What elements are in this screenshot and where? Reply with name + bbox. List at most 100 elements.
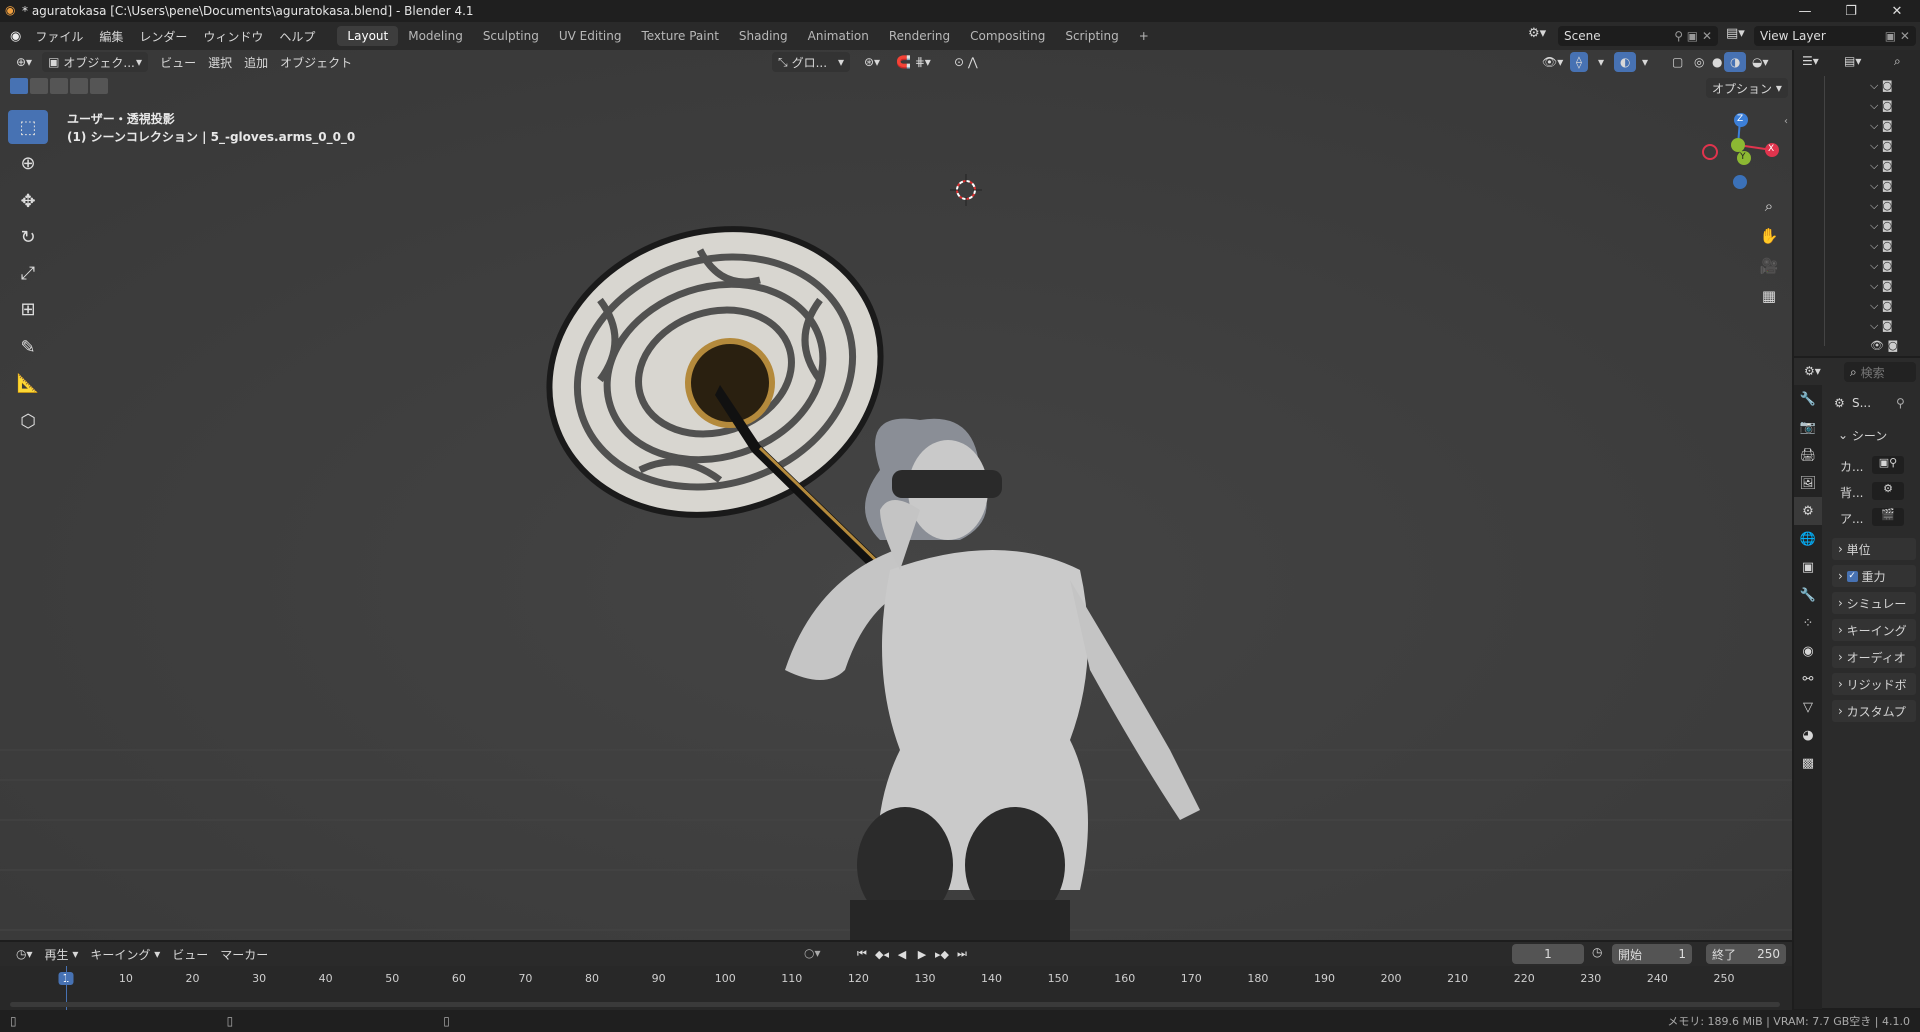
tab-scripting[interactable]: Scripting bbox=[1055, 26, 1128, 46]
object-tab-icon[interactable]: ▣ bbox=[1794, 553, 1822, 581]
rotate-icon[interactable]: ↻ bbox=[8, 220, 48, 254]
material-shading-icon[interactable]: ◑ bbox=[1724, 52, 1747, 72]
properties-search[interactable]: ⌕ 検索 bbox=[1844, 362, 1916, 382]
texture-tab-icon[interactable]: ▩ bbox=[1794, 749, 1822, 777]
menu-select[interactable]: 選択 bbox=[202, 52, 238, 72]
outliner[interactable]: ☰▾ ▤▾ ⌕ ⌵ ◙ ⌵ ◙ ⌵ ◙ ⌵ ◙ ⌵ ◙ ⌵ ◙ ⌵ ◙ ⌵ ◙ ⌵ ◙ ⌵ ◙ ⌵ … bbox=[1794, 50, 1920, 356]
overlays-options-icon[interactable]: ▾ bbox=[1636, 52, 1654, 72]
select-box-icon[interactable]: ⬚ bbox=[8, 110, 48, 144]
modifier-tab-icon[interactable]: 🔧 bbox=[1794, 581, 1822, 609]
menu-render[interactable]: レンダー bbox=[131, 28, 195, 45]
filter-search-icon[interactable]: ⌕ bbox=[1894, 54, 1901, 69]
menu-edit[interactable]: 編集 bbox=[91, 28, 131, 45]
timeline-editor-icon[interactable]: ◷▾ bbox=[10, 944, 39, 964]
keying-panel[interactable]: › キーイング bbox=[1832, 619, 1916, 641]
particles-tab-icon[interactable]: ⁘ bbox=[1794, 609, 1822, 637]
menu-playback[interactable]: 再生 ▾ bbox=[39, 944, 85, 964]
data-tab-icon[interactable]: ▽ bbox=[1794, 693, 1822, 721]
tab-modeling[interactable]: Modeling bbox=[398, 26, 473, 46]
physics-tab-icon[interactable]: ◉ bbox=[1794, 637, 1822, 665]
active-clip-field[interactable]: 🎬 bbox=[1872, 508, 1904, 526]
maximize-button[interactable]: ❐ bbox=[1828, 0, 1874, 22]
menu-timeline-view[interactable]: ビュー bbox=[166, 944, 214, 964]
ortho-toggle-icon[interactable]: ▦ bbox=[1755, 282, 1783, 310]
timeline[interactable]: 1102030405060708090100110120130140150160… bbox=[0, 966, 1792, 1010]
world-tab-icon[interactable]: 🌐 bbox=[1794, 525, 1822, 553]
current-frame-field[interactable]: 1 bbox=[1512, 944, 1584, 964]
play-icon[interactable]: ▶ bbox=[912, 944, 932, 964]
menu-add[interactable]: 追加 bbox=[238, 52, 274, 72]
tab-rendering[interactable]: Rendering bbox=[879, 26, 960, 46]
transform-orientation-selector[interactable]: ⤡ グロ... ▾ bbox=[772, 52, 850, 72]
tab-shading[interactable]: Shading bbox=[729, 26, 798, 46]
visibility-icon[interactable]: 👁▾ bbox=[1536, 52, 1569, 72]
simulation-panel[interactable]: › シミュレー bbox=[1832, 592, 1916, 614]
editor-type-icon[interactable]: ⊕▾ bbox=[10, 52, 38, 72]
jump-end-icon[interactable]: ⏭ bbox=[952, 944, 972, 964]
pin-icon[interactable]: ⚲ bbox=[1896, 396, 1905, 410]
menu-object[interactable]: オブジェクト bbox=[274, 52, 358, 72]
outliner-editor-icon[interactable]: ☰▾ bbox=[1802, 54, 1819, 68]
add-workspace-button[interactable]: + bbox=[1129, 26, 1159, 46]
custom-properties-panel[interactable]: › カスタムプ bbox=[1832, 700, 1916, 722]
new-view-layer-icon[interactable]: ▣ ✕ bbox=[1885, 29, 1910, 43]
close-button[interactable]: ✕ bbox=[1874, 0, 1920, 22]
options-dropdown[interactable]: オプション ▾ bbox=[1706, 78, 1788, 98]
tab-animation[interactable]: Animation bbox=[798, 26, 879, 46]
render-tab-icon[interactable]: 📷 bbox=[1794, 413, 1822, 441]
camera-view-icon[interactable]: 🎥 bbox=[1755, 252, 1783, 280]
rigid-body-panel[interactable]: › リジッドボ bbox=[1832, 673, 1916, 695]
next-keyframe-icon[interactable]: ▸◆ bbox=[932, 944, 952, 964]
display-mode-icon[interactable]: ▤▾ bbox=[1844, 54, 1861, 68]
select-intersect-icon[interactable] bbox=[90, 78, 108, 94]
properties-editor-icon[interactable]: ⚙▾ bbox=[1804, 364, 1821, 378]
select-invert-icon[interactable] bbox=[70, 78, 88, 94]
blender-menu-icon[interactable]: ◉ bbox=[10, 29, 21, 44]
xray-toggle-icon[interactable]: ▢ bbox=[1666, 52, 1689, 72]
select-new-icon[interactable] bbox=[10, 78, 28, 94]
camera-field[interactable]: ▣⚲ bbox=[1872, 456, 1904, 474]
pin-icon[interactable]: ⚲ ▣ ✕ bbox=[1674, 29, 1712, 43]
prev-keyframe-icon[interactable]: ◆◂ bbox=[872, 944, 892, 964]
minimize-button[interactable]: — bbox=[1782, 0, 1828, 22]
background-scene-field[interactable]: ⚙ bbox=[1872, 482, 1904, 500]
end-frame-field[interactable]: 終了 250 bbox=[1706, 944, 1786, 964]
start-frame-field[interactable]: 開始 1 bbox=[1612, 944, 1692, 964]
proportional-edit-icon[interactable]: ⊙ ⋀ bbox=[948, 52, 984, 72]
scene-icon[interactable]: ⚙▾ bbox=[1528, 26, 1546, 41]
play-reverse-icon[interactable]: ◀ bbox=[892, 944, 912, 964]
menu-view[interactable]: ビュー bbox=[154, 52, 202, 72]
gizmo-toggle-icon[interactable]: ⟠ bbox=[1570, 52, 1588, 72]
menu-marker[interactable]: マーカー bbox=[214, 944, 274, 964]
audio-panel[interactable]: › オーディオ bbox=[1832, 646, 1916, 668]
3d-viewport[interactable]: Z X Y ユーザー・透視投影 (1) シーンコレクション | 5_-glove… bbox=[0, 50, 1792, 940]
gravity-panel[interactable]: › ✓ 重力 bbox=[1832, 565, 1916, 587]
select-extend-icon[interactable] bbox=[30, 78, 48, 94]
constraints-tab-icon[interactable]: ⚯ bbox=[1794, 665, 1822, 693]
select-subtract-icon[interactable] bbox=[50, 78, 68, 94]
tab-texture-paint[interactable]: Texture Paint bbox=[631, 26, 728, 46]
tab-layout[interactable]: Layout bbox=[337, 26, 399, 46]
overlays-toggle-icon[interactable]: ◐ bbox=[1614, 52, 1637, 72]
cursor-icon[interactable]: ⊕ bbox=[8, 146, 48, 180]
scene-selector[interactable]: Scene ⚲ ▣ ✕ bbox=[1558, 26, 1718, 46]
outliner-visibility-column[interactable]: ⌵ ◙ ⌵ ◙ ⌵ ◙ ⌵ ◙ ⌵ ◙ ⌵ ◙ ⌵ ◙ ⌵ ◙ ⌵ ◙ ⌵ ◙ ⌵ ◙ ⌵ ◙ ⌵ ◙ 👁… bbox=[1870, 76, 1898, 356]
output-tab-icon[interactable]: 🖨 bbox=[1794, 441, 1822, 469]
scale-icon[interactable]: ⤢ bbox=[8, 256, 48, 290]
tab-sculpting[interactable]: Sculpting bbox=[473, 26, 549, 46]
menu-help[interactable]: ヘルプ bbox=[271, 28, 323, 45]
tool-tab-icon[interactable]: 🔧 bbox=[1794, 385, 1822, 413]
auto-keying-icon[interactable]: ○▾ bbox=[804, 946, 821, 960]
view-layer-tab-icon[interactable]: 🖼 bbox=[1794, 469, 1822, 497]
tab-compositing[interactable]: Compositing bbox=[960, 26, 1055, 46]
transform-icon[interactable]: ⊞ bbox=[8, 292, 48, 326]
annotate-icon[interactable]: ✎ bbox=[8, 330, 48, 364]
tab-uv-editing[interactable]: UV Editing bbox=[549, 26, 632, 46]
menu-file[interactable]: ファイル bbox=[27, 28, 91, 45]
jump-start-icon[interactable]: ⏮ bbox=[852, 944, 872, 964]
pan-hand-icon[interactable]: ✋ bbox=[1755, 222, 1783, 250]
measure-icon[interactable]: 📐 bbox=[8, 366, 48, 400]
menu-window[interactable]: ウィンドウ bbox=[195, 28, 271, 45]
pivot-point-icon[interactable]: ⊛▾ bbox=[858, 52, 886, 72]
view-layer-selector[interactable]: View Layer ▣ ✕ bbox=[1754, 26, 1916, 46]
